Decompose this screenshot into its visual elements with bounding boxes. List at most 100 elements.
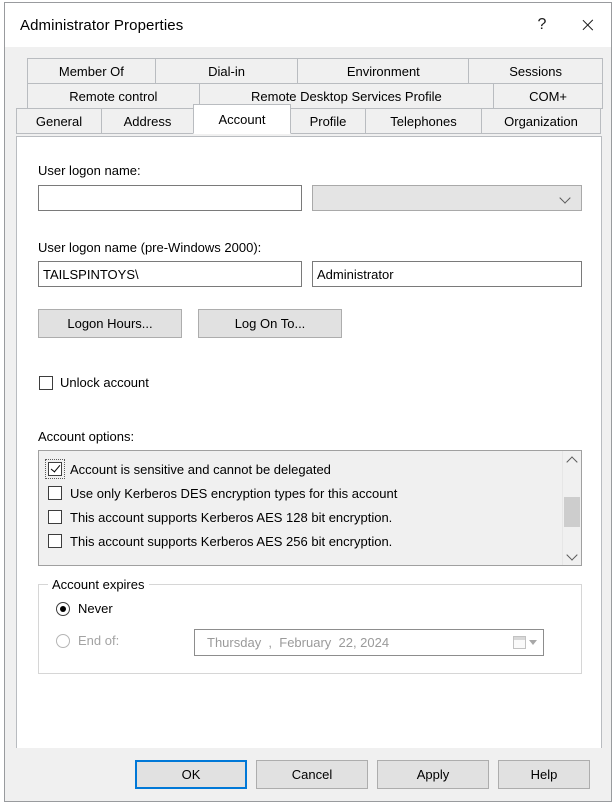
chevron-down-icon bbox=[529, 640, 537, 645]
apply-button[interactable]: Apply bbox=[377, 760, 489, 789]
tab-label: Sessions bbox=[509, 63, 563, 79]
help-button[interactable]: ? bbox=[519, 3, 565, 47]
list-item[interactable]: Account is sensitive and cannot be deleg… bbox=[45, 457, 562, 481]
button-label: Log On To... bbox=[234, 316, 306, 331]
account-expires-legend: Account expires bbox=[48, 577, 149, 592]
pre-windows-2000-domain-input[interactable] bbox=[38, 261, 302, 287]
radio-label: End of: bbox=[78, 633, 120, 648]
button-label: OK bbox=[181, 767, 201, 782]
dialog-body: Member Of Dial-in Environment Sessions R… bbox=[5, 47, 611, 801]
cancel-button[interactable]: Cancel bbox=[256, 760, 368, 789]
tab-environment[interactable]: Environment bbox=[297, 58, 470, 84]
list-item-label: Account is sensitive and cannot be deleg… bbox=[70, 461, 331, 477]
account-options-listbox[interactable]: Account is sensitive and cannot be deleg… bbox=[38, 450, 582, 566]
tab-label: COM+ bbox=[529, 88, 567, 104]
tab-row-3: General Address Account Profile Telephon… bbox=[16, 104, 602, 134]
account-options-label: Account options: bbox=[38, 429, 135, 444]
focus-outline bbox=[45, 531, 65, 551]
tab-label: Remote control bbox=[69, 88, 158, 104]
date-picker-controls bbox=[513, 636, 537, 649]
checkbox-icon bbox=[48, 462, 62, 476]
tab-com-plus[interactable]: COM+ bbox=[493, 83, 603, 109]
scroll-up-button[interactable] bbox=[563, 451, 581, 469]
upn-suffix-dropdown[interactable] bbox=[312, 185, 582, 211]
logon-hours-button[interactable]: Logon Hours... bbox=[38, 309, 182, 338]
chevron-down-icon bbox=[566, 548, 578, 561]
checkbox-icon bbox=[48, 534, 62, 548]
button-label: Help bbox=[530, 767, 558, 782]
account-expires-never-radio[interactable]: Never bbox=[56, 601, 113, 616]
account-options-scrollbar[interactable] bbox=[562, 451, 581, 565]
chevron-up-icon bbox=[566, 455, 578, 468]
unlock-account-checkbox[interactable]: Unlock account bbox=[39, 375, 149, 390]
calendar-icon bbox=[513, 636, 526, 649]
list-item-label: This account supports Kerberos AES 256 b… bbox=[70, 533, 393, 549]
title-bar: Administrator Properties ? bbox=[5, 3, 611, 47]
tab-address[interactable]: Address bbox=[101, 108, 194, 134]
pre-windows-2000-label: User logon name (pre-Windows 2000): bbox=[38, 240, 262, 255]
account-expires-group: Account expires Never End of: Thursday ,… bbox=[38, 577, 582, 674]
list-item[interactable]: This account supports Kerberos AES 256 b… bbox=[47, 529, 562, 553]
tab-remote-control[interactable]: Remote control bbox=[27, 83, 200, 109]
tab-row-2: Remote control Remote Desktop Services P… bbox=[16, 83, 603, 109]
title-bar-buttons: ? bbox=[519, 3, 611, 47]
question-mark-icon: ? bbox=[537, 16, 547, 33]
focus-outline bbox=[45, 459, 65, 479]
tab-general[interactable]: General bbox=[16, 108, 102, 134]
tab-row-1: Member Of Dial-in Environment Sessions bbox=[16, 58, 603, 84]
account-options-list: Account is sensitive and cannot be deleg… bbox=[39, 451, 562, 565]
scrollbar-track[interactable] bbox=[563, 469, 581, 547]
tab-label: General bbox=[35, 113, 83, 129]
log-on-to-button[interactable]: Log On To... bbox=[198, 309, 342, 338]
date-value: Thursday , February 22, 2024 bbox=[207, 635, 390, 650]
close-icon bbox=[581, 18, 595, 32]
list-item[interactable]: This account supports Kerberos AES 128 b… bbox=[47, 505, 562, 529]
close-button[interactable] bbox=[565, 3, 611, 47]
dialog-footer: OK Cancel Apply Help bbox=[5, 748, 611, 801]
window-title: Administrator Properties bbox=[20, 16, 184, 34]
pre-windows-2000-name-input[interactable] bbox=[312, 261, 582, 287]
tab-organization[interactable]: Organization bbox=[481, 108, 601, 134]
checkbox-icon bbox=[39, 375, 53, 390]
tab-strip: Member Of Dial-in Environment Sessions R… bbox=[16, 58, 603, 134]
tab-account[interactable]: Account bbox=[193, 104, 291, 134]
checkbox-icon bbox=[48, 486, 62, 500]
tab-sessions[interactable]: Sessions bbox=[468, 58, 603, 84]
properties-dialog: Administrator Properties ? Member Of Dia… bbox=[4, 2, 612, 802]
focus-outline bbox=[45, 507, 65, 527]
radio-label: Never bbox=[78, 601, 113, 616]
tab-telephones[interactable]: Telephones bbox=[365, 108, 482, 134]
tab-label: Remote Desktop Services Profile bbox=[251, 88, 442, 104]
list-item-label: Use only Kerberos DES encryption types f… bbox=[70, 485, 398, 501]
user-logon-name-input[interactable] bbox=[38, 185, 302, 211]
tab-label: Organization bbox=[504, 113, 578, 129]
radio-icon bbox=[56, 601, 70, 616]
tab-member-of[interactable]: Member Of bbox=[27, 58, 156, 84]
list-item[interactable]: Use only Kerberos DES encryption types f… bbox=[47, 481, 562, 505]
tab-dial-in[interactable]: Dial-in bbox=[154, 58, 299, 84]
tab-label: Address bbox=[123, 113, 172, 129]
user-logon-name-label: User logon name: bbox=[38, 163, 141, 178]
button-label: Logon Hours... bbox=[67, 316, 153, 331]
chevron-down-icon bbox=[560, 193, 571, 204]
tab-label: Account bbox=[218, 111, 266, 127]
scroll-down-button[interactable] bbox=[563, 547, 581, 565]
checkbox-icon bbox=[48, 510, 62, 524]
button-label: Apply bbox=[416, 767, 450, 782]
tab-label: Telephones bbox=[390, 113, 457, 129]
account-expires-date-picker[interactable]: Thursday , February 22, 2024 bbox=[194, 629, 544, 656]
unlock-account-label: Unlock account bbox=[60, 375, 149, 390]
account-tab-panel: User logon name: User logon name (pre-Wi… bbox=[16, 136, 602, 791]
tab-label: Environment bbox=[346, 63, 420, 79]
focus-outline bbox=[45, 483, 65, 503]
tab-label: Member Of bbox=[58, 63, 124, 79]
button-label: Cancel bbox=[291, 767, 333, 782]
help-button-footer[interactable]: Help bbox=[498, 760, 590, 789]
account-expires-end-of-radio[interactable]: End of: bbox=[56, 633, 119, 648]
scrollbar-thumb[interactable] bbox=[564, 497, 580, 528]
radio-icon bbox=[56, 633, 70, 648]
tab-label: Profile bbox=[309, 113, 347, 129]
ok-button[interactable]: OK bbox=[135, 760, 247, 789]
tab-profile[interactable]: Profile bbox=[290, 108, 366, 134]
list-item-label: This account supports Kerberos AES 128 b… bbox=[70, 509, 393, 525]
